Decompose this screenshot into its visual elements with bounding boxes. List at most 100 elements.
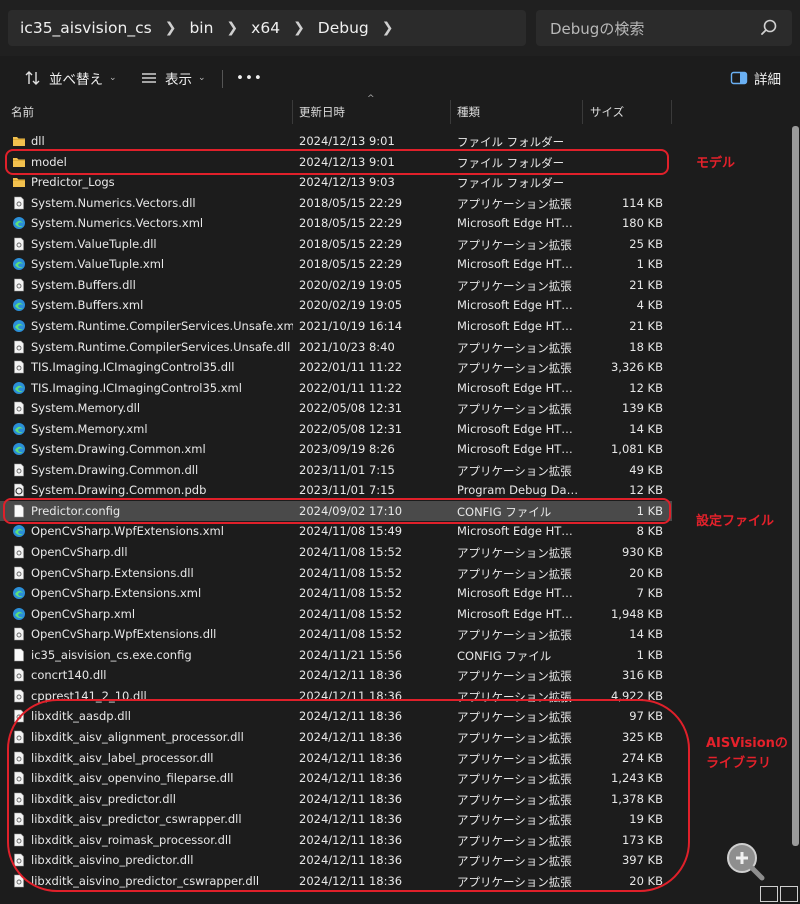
column-divider[interactable] <box>582 100 583 124</box>
breadcrumb-item[interactable]: x64 <box>251 19 280 37</box>
edge-file-icon <box>13 299 25 312</box>
breadcrumb-item[interactable]: bin <box>189 19 213 37</box>
vertical-scrollbar[interactable] <box>790 100 800 904</box>
file-size: 8 KB <box>636 524 663 539</box>
file-date: 2020/02/19 19:05 <box>299 277 403 292</box>
file-row[interactable]: Predictor_Logs 2024/12/13 9:03 ファイル フォルダー <box>0 172 672 193</box>
edge-file-icon <box>13 525 25 538</box>
file-type: アプリケーション拡張 <box>457 278 572 293</box>
chevron-right-icon[interactable]: ❯ <box>382 20 394 36</box>
file-type: アプリケーション拡張 <box>457 237 572 252</box>
file-type: Microsoft Edge HTML Document <box>457 216 579 231</box>
model-annotation: モデル <box>696 156 736 171</box>
column-header: 名前 ^ 更新日時 種類 サイズ <box>0 94 790 124</box>
file-size: 114 KB <box>621 195 663 210</box>
file-size: 18 KB <box>629 339 663 354</box>
file-date: 2022/05/08 12:31 <box>299 401 403 416</box>
column-type[interactable]: 種類 <box>457 100 480 124</box>
file-row[interactable]: OpenCvSharp.Extensions.xml 2024/11/08 15:… <box>0 583 672 604</box>
file-size: 20 KB <box>629 565 663 580</box>
config-highlight-box <box>3 498 671 524</box>
search-box[interactable]: Debugの検索 <box>536 10 792 46</box>
file-date: 2024/12/13 9:03 <box>299 175 395 190</box>
search-input[interactable]: Debugの検索 <box>536 18 756 39</box>
file-row[interactable]: OpenCvSharp.Extensions.dll 2024/11/08 15:… <box>0 563 672 584</box>
chevron-right-icon[interactable]: ❯ <box>293 20 305 36</box>
file-type: Program Debug Database <box>457 483 579 498</box>
file-row[interactable]: System.Runtime.CompilerServices.Unsafe.d… <box>0 337 672 358</box>
column-divider[interactable] <box>292 100 293 124</box>
details-pane-icon <box>730 71 748 85</box>
details-view-icon[interactable] <box>760 886 778 902</box>
details-pane-button[interactable]: 詳細 <box>730 66 781 90</box>
file-row[interactable]: System.Drawing.Common.xml 2023/09/19 8:26… <box>0 439 672 460</box>
edge-file-icon <box>13 381 25 394</box>
chevron-right-icon[interactable]: ❯ <box>226 20 238 36</box>
dll-file-icon <box>14 360 24 374</box>
file-row[interactable]: OpenCvSharp.xml 2024/11/08 15:52 Microsoft… <box>0 604 672 625</box>
file-date: 2018/05/15 22:29 <box>299 195 403 210</box>
file-row[interactable]: concrt140.dll 2024/12/11 18:36 アプリケーション拡張 3… <box>0 665 672 686</box>
file-date: 2024/11/08 15:52 <box>299 545 403 559</box>
breadcrumb[interactable]: ic35_aisvision_cs ❯ bin ❯ x64 ❯ Debug ❯ <box>8 10 526 46</box>
file-row[interactable]: System.Memory.xml 2022/05/08 12:31 Microso… <box>0 419 672 440</box>
file-row[interactable]: ic35_aisvision_cs.exe.config 2024/11/21 1… <box>0 645 672 666</box>
file-row[interactable]: System.ValueTuple.dll 2018/05/15 22:29 アプリ… <box>0 234 672 255</box>
breadcrumb-item[interactable]: Debug <box>318 19 369 37</box>
dll-file-icon <box>14 463 24 477</box>
file-date: 2024/11/08 15:49 <box>299 524 403 539</box>
edge-file-icon <box>13 258 25 271</box>
file-row[interactable]: OpenCvSharp.dll 2024/11/08 15:52 アプリケーション拡… <box>0 542 672 563</box>
file-type: Microsoft Edge HTML Document <box>457 442 579 457</box>
file-type: Microsoft Edge HTML Document <box>457 421 579 436</box>
column-name[interactable]: 名前 <box>11 100 34 124</box>
file-row[interactable]: System.Drawing.Common.dll 2023/11/01 7:15… <box>0 460 672 481</box>
file-date: 2023/09/19 8:26 <box>299 442 395 457</box>
scrollbar-thumb[interactable] <box>792 126 799 846</box>
pdb-file-icon <box>14 484 24 497</box>
file-name: System.ValueTuple.dll <box>31 236 157 251</box>
file-type: アプリケーション拡張 <box>457 361 572 376</box>
breadcrumb-item[interactable]: ic35_aisvision_cs <box>20 19 152 37</box>
file-row[interactable]: TIS.Imaging.ICImagingControl35.xml 2022/0… <box>0 378 672 399</box>
view-button[interactable]: 表示 ⌄ <box>140 66 206 90</box>
search-icon[interactable] <box>756 15 782 41</box>
dll-file-icon <box>14 196 24 209</box>
address-bar: ic35_aisvision_cs ❯ bin ❯ x64 ❯ Debug ❯ … <box>0 0 800 56</box>
file-row[interactable]: System.Runtime.CompilerServices.Unsafe.x… <box>0 316 672 337</box>
file-date: 2024/11/08 15:52 <box>299 565 403 580</box>
sort-button[interactable]: 並べ替え ⌄ <box>24 66 117 90</box>
file-name: System.Memory.xml <box>31 421 148 436</box>
file-row[interactable]: TIS.Imaging.ICImagingControl35.dll 2022/0… <box>0 357 672 378</box>
column-size[interactable]: サイズ <box>590 100 624 124</box>
file-row[interactable]: System.Buffers.xml 2020/02/19 19:05 Micros… <box>0 295 672 316</box>
chevron-right-icon[interactable]: ❯ <box>165 20 177 36</box>
file-name: dll <box>31 134 45 148</box>
file-row[interactable]: System.Numerics.Vectors.dll 2018/05/15 22… <box>0 193 672 214</box>
file-row[interactable]: System.Numerics.Vectors.xml 2018/05/15 22… <box>0 213 672 234</box>
file-date: 2018/05/15 22:29 <box>299 216 403 231</box>
file-date: 2024/12/13 9:01 <box>299 134 395 148</box>
file-name: OpenCvSharp.WpfExtensions.xml <box>31 524 224 539</box>
file-icon <box>14 648 24 662</box>
file-name: ic35_aisvision_cs.exe.config <box>31 647 192 662</box>
folder-icon <box>13 178 25 188</box>
file-row[interactable]: System.Buffers.dll 2020/02/19 19:05 アプリケーシ… <box>0 275 672 296</box>
library-highlight-ellipse <box>7 699 690 892</box>
file-size: 12 KB <box>629 483 663 498</box>
zoom-in-icon[interactable] <box>724 840 766 882</box>
more-options-button[interactable]: ••• <box>236 66 263 90</box>
file-row[interactable]: System.ValueTuple.xml 2018/05/15 22:29 Mic… <box>0 254 672 275</box>
file-row[interactable]: OpenCvSharp.WpfExtensions.xml 2024/11/08 … <box>0 521 672 542</box>
column-divider[interactable] <box>450 100 451 124</box>
column-divider[interactable] <box>671 100 672 124</box>
thumbnail-view-icon[interactable] <box>780 886 798 902</box>
column-date[interactable]: 更新日時 <box>299 100 345 124</box>
dll-file-icon <box>14 237 24 251</box>
file-row[interactable]: OpenCvSharp.WpfExtensions.dll 2024/11/08 … <box>0 624 672 645</box>
file-date: 2018/05/15 22:29 <box>299 236 403 251</box>
edge-file-icon <box>13 422 25 435</box>
file-type: Microsoft Edge HTML Document <box>457 524 579 539</box>
file-size: 1 KB <box>636 647 663 662</box>
file-row[interactable]: System.Memory.dll 2022/05/08 12:31 アプリケーショ… <box>0 398 672 419</box>
